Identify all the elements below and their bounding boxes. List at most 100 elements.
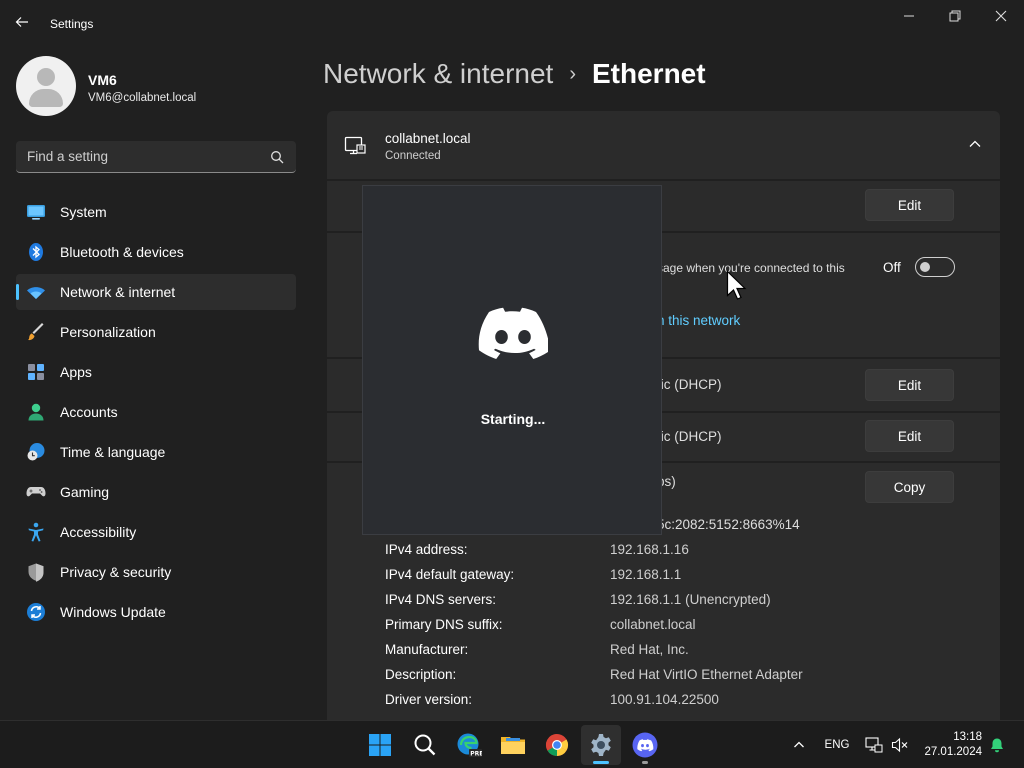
- ipv4-address-label: IPv4 address:: [385, 542, 468, 557]
- breadcrumb-separator: ›: [569, 62, 576, 85]
- driver-version-value: 100.91.104.22500: [610, 692, 719, 707]
- taskbar: PRE ENG 13:18 27.01.2024: [0, 720, 1024, 768]
- user-profile[interactable]: VM6 VM6@collabnet.local: [16, 56, 296, 118]
- network-ethernet-icon: [865, 737, 883, 753]
- discord-status-text: Starting...: [480, 411, 546, 427]
- page-title: Ethernet: [592, 58, 706, 89]
- ethernet-icon: [344, 136, 366, 155]
- gear-icon: [591, 734, 611, 756]
- description-value: Red Hat VirtIO Ethernet Adapter: [610, 667, 803, 682]
- ipv4-dns-label: IPv4 DNS servers:: [385, 592, 497, 607]
- sidebar-item-label: System: [60, 204, 107, 220]
- taskbar-edge[interactable]: PRE: [449, 725, 489, 765]
- sidebar-item-system[interactable]: System: [16, 194, 296, 230]
- metered-description: sage when you're connected to this: [657, 261, 845, 275]
- sidebar-item-accounts[interactable]: Accounts: [16, 394, 296, 430]
- sidebar-item-label: Time & language: [60, 444, 166, 460]
- apps-icon: [26, 362, 46, 382]
- copy-button[interactable]: Copy: [865, 471, 954, 503]
- sidebar-item-label: Bluetooth & devices: [60, 244, 184, 260]
- close-button[interactable]: [981, 8, 1021, 24]
- search-icon: [414, 734, 436, 756]
- language-text: ENG: [824, 739, 850, 751]
- data-limit-link[interactable]: n this network: [657, 313, 740, 328]
- dns-assignment-edit-button[interactable]: Edit: [865, 420, 954, 452]
- mouse-cursor-icon: [726, 270, 747, 300]
- taskbar-clock[interactable]: 13:18 27.01.2024: [924, 730, 982, 760]
- taskbar-search-button[interactable]: [405, 725, 445, 765]
- title-bar: Settings: [0, 0, 1024, 48]
- sidebar-item-time-language[interactable]: Time & language: [16, 434, 296, 470]
- sidebar-item-label: Apps: [60, 364, 92, 380]
- manufacturer-value: Red Hat, Inc.: [610, 642, 689, 657]
- window-title: Settings: [50, 17, 94, 31]
- clock-time: 13:18: [953, 731, 982, 743]
- search-icon: [271, 151, 284, 164]
- wifi-icon: [26, 282, 46, 302]
- gamepad-icon: [26, 482, 46, 502]
- start-button[interactable]: [360, 725, 400, 765]
- manufacturer-label: Manufacturer:: [385, 642, 469, 657]
- avatar: [16, 56, 76, 116]
- network-status-tray[interactable]: [862, 721, 886, 768]
- sidebar-item-privacy-security[interactable]: Privacy & security: [16, 554, 296, 590]
- minimize-button[interactable]: [889, 8, 929, 24]
- restore-button[interactable]: [935, 8, 975, 24]
- user-name: VM6: [88, 72, 117, 88]
- volume-tray[interactable]: [888, 721, 912, 768]
- sidebar-item-label: Windows Update: [60, 604, 166, 620]
- chevron-up-icon[interactable]: [968, 137, 982, 151]
- accounts-icon: [26, 402, 46, 422]
- sidebar-item-label: Accounts: [60, 404, 118, 420]
- svg-text:PRE: PRE: [470, 751, 482, 758]
- system-icon: [26, 202, 46, 222]
- network-card-header[interactable]: collabnet.local Connected: [327, 111, 1000, 179]
- breadcrumb-parent[interactable]: Network & internet: [323, 58, 553, 90]
- user-email: VM6@collabnet.local: [88, 92, 197, 104]
- taskbar-settings[interactable]: [581, 725, 621, 765]
- sidebar-item-network[interactable]: Network & internet: [16, 274, 296, 310]
- edge-icon: PRE: [457, 733, 482, 758]
- folder-icon: [501, 737, 525, 754]
- search-input[interactable]: Find a setting: [16, 141, 296, 173]
- ipv4-gateway-value: 192.168.1.1: [610, 567, 682, 582]
- ip-assignment-edit-button[interactable]: Edit: [865, 369, 954, 401]
- taskbar-file-explorer[interactable]: [493, 725, 533, 765]
- sidebar-item-label: Privacy & security: [60, 564, 172, 580]
- clock-date: 27.01.2024: [924, 746, 982, 758]
- update-icon: [26, 602, 46, 622]
- network-name: collabnet.local: [385, 131, 471, 146]
- discord-icon: [632, 732, 658, 758]
- show-hidden-icons-button[interactable]: [788, 721, 810, 768]
- language-indicator[interactable]: ENG: [818, 721, 856, 768]
- running-app-indicator: [642, 761, 648, 764]
- sidebar-item-windows-update[interactable]: Windows Update: [16, 594, 296, 630]
- back-arrow-icon[interactable]: [14, 14, 34, 34]
- volume-muted-icon: [891, 737, 908, 753]
- sidebar-item-gaming[interactable]: Gaming: [16, 474, 296, 510]
- taskbar-chrome[interactable]: [537, 725, 577, 765]
- search-placeholder: Find a setting: [27, 149, 109, 164]
- bluetooth-icon: [26, 242, 46, 262]
- metered-toggle-state: Off: [883, 260, 901, 275]
- windows-logo-icon: [369, 734, 391, 756]
- accessibility-icon: [26, 522, 46, 542]
- auth-edit-button[interactable]: Edit: [865, 189, 954, 221]
- sidebar-item-apps[interactable]: Apps: [16, 354, 296, 390]
- taskbar-discord[interactable]: [625, 725, 665, 765]
- ipv6-address-value: 5c:2082:5152:8663%14: [657, 517, 800, 532]
- dns-suffix-value: collabnet.local: [610, 617, 696, 632]
- globe-clock-icon: [26, 442, 46, 462]
- sidebar-item-bluetooth[interactable]: Bluetooth & devices: [16, 234, 296, 270]
- sidebar-item-accessibility[interactable]: Accessibility: [16, 514, 296, 550]
- chevron-up-icon: [794, 741, 804, 748]
- metered-connection-toggle[interactable]: [915, 257, 955, 277]
- sidebar-item-label: Accessibility: [60, 524, 137, 540]
- sidebar-item-personalization[interactable]: Personalization: [16, 314, 296, 350]
- notifications-button[interactable]: [986, 721, 1008, 768]
- dns-assignment-value: tic (DHCP): [657, 429, 722, 444]
- description-label: Description:: [385, 667, 457, 682]
- ipv4-address-value: 192.168.1.16: [610, 542, 689, 557]
- chrome-icon: [546, 734, 568, 756]
- shield-icon: [26, 562, 46, 582]
